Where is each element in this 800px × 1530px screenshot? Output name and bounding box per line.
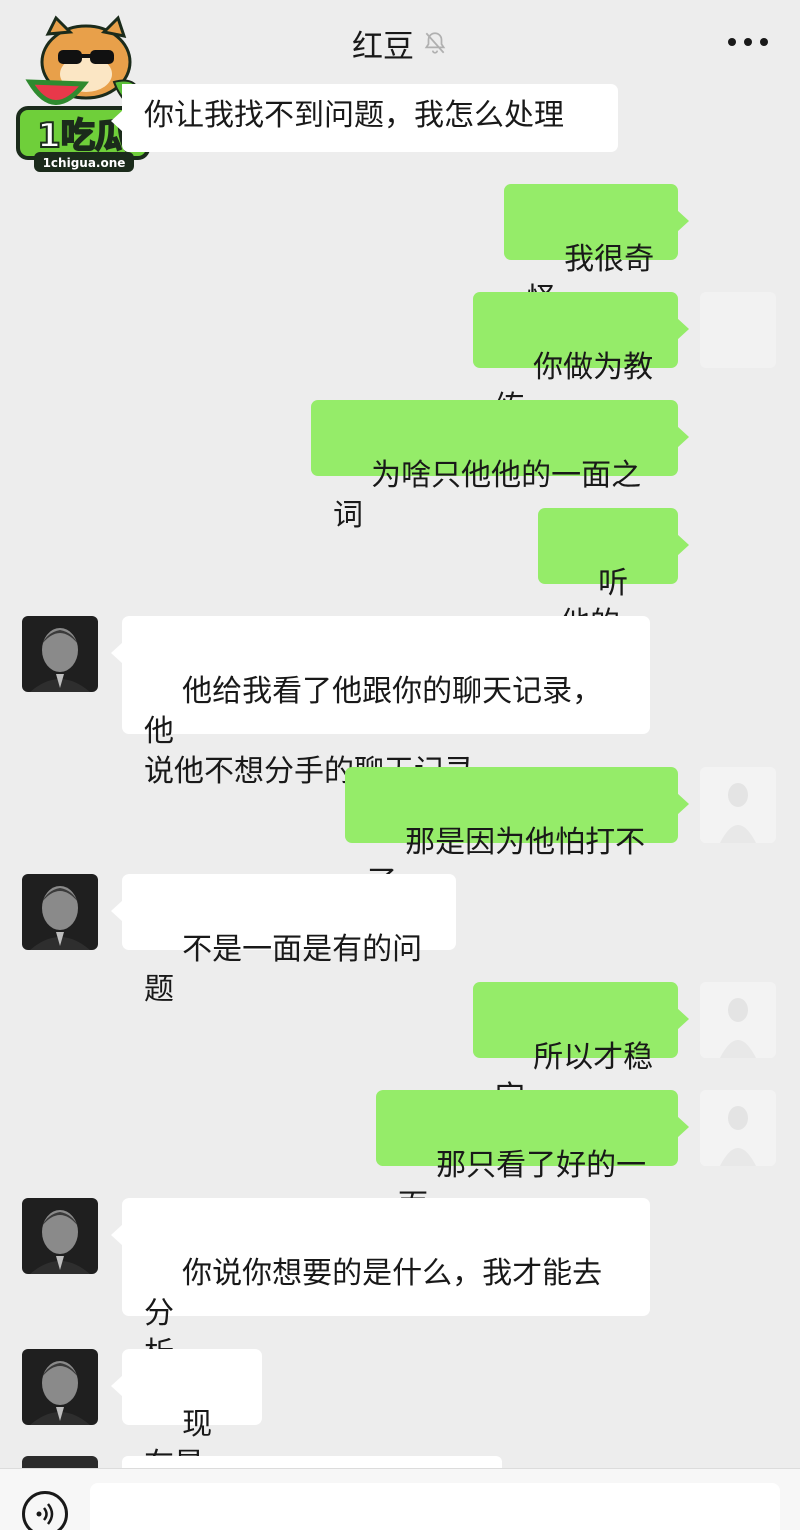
- portrait-icon: [22, 1198, 98, 1274]
- message-bubble-incoming[interactable]: 你让我找不到问题，我怎么处理: [111, 84, 618, 152]
- portrait-icon: [22, 1349, 98, 1425]
- message-bubble-outgoing[interactable]: 那只看了好的一面: [376, 1090, 689, 1223]
- contact-name: 红豆: [352, 28, 414, 65]
- portrait-icon: [700, 982, 776, 1058]
- message-bubble-outgoing[interactable]: 我很奇怪: [504, 184, 689, 317]
- portrait-icon: [700, 767, 776, 843]
- message-bubble-incoming[interactable]: 现在是: [111, 1349, 262, 1482]
- chat-title: 红豆: [352, 21, 448, 66]
- contact-avatar[interactable]: [22, 1198, 98, 1274]
- message-bubble-incoming[interactable]: 不是一面是有的问题: [111, 874, 456, 1007]
- watermark-site: 1chigua.one: [43, 156, 126, 170]
- portrait-icon: [22, 874, 98, 950]
- self-avatar[interactable]: [700, 982, 776, 1058]
- more-options-button[interactable]: [728, 24, 768, 60]
- portrait-icon: [700, 1090, 776, 1166]
- contact-avatar[interactable]: [22, 1349, 98, 1425]
- message-bubble-outgoing[interactable]: 所以才稳定: [473, 982, 689, 1115]
- input-bar: [0, 1468, 800, 1530]
- message-input[interactable]: [90, 1483, 780, 1530]
- message-text: 不是一面是有的问题: [144, 932, 423, 1007]
- ellipsis-icon: [728, 38, 736, 46]
- message-bubble-incoming[interactable]: 你说你想要的是什么，我才能去分 析: [111, 1198, 650, 1371]
- self-avatar[interactable]: [700, 1090, 776, 1166]
- message-bubble-outgoing[interactable]: 为啥只他他的一面之词: [311, 400, 689, 533]
- message-bubble-outgoing[interactable]: 听他的: [538, 508, 689, 641]
- message-bubble-outgoing[interactable]: 那是因为他怕打不了: [345, 767, 689, 900]
- contact-avatar[interactable]: [22, 874, 98, 950]
- self-avatar[interactable]: [700, 767, 776, 843]
- message-text: 你让我找不到问题，我怎么处理: [144, 98, 564, 133]
- voice-wave-icon: [36, 1503, 54, 1525]
- portrait-icon: [22, 616, 98, 692]
- contact-avatar[interactable]: [22, 616, 98, 692]
- message-bubble-outgoing[interactable]: 你做为教练: [473, 292, 689, 425]
- self-avatar[interactable]: [700, 292, 776, 368]
- voice-input-button[interactable]: [22, 1491, 68, 1530]
- message-bubble-incoming[interactable]: 他给我看了他跟你的聊天记录，他 说他不想分手的聊天记录: [111, 616, 650, 789]
- bell-slash-icon: [424, 32, 446, 54]
